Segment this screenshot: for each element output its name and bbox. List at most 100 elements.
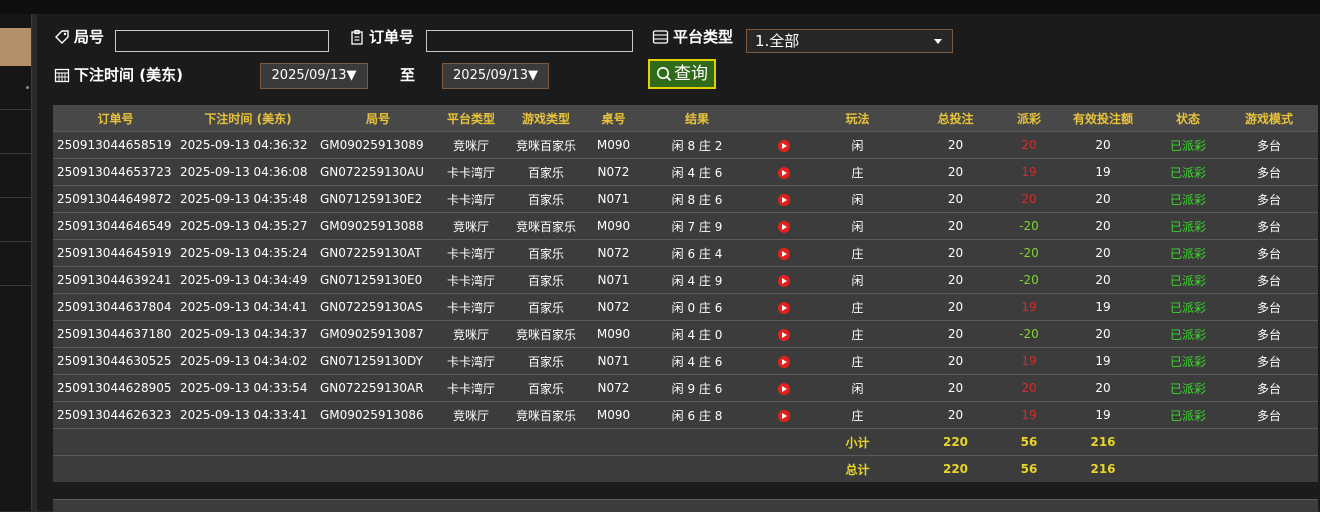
summary-cell: [53, 428, 178, 456]
summary-cell: [318, 428, 438, 456]
clipboard-icon: [351, 29, 363, 45]
play-video-icon[interactable]: [777, 139, 790, 152]
left-nav: [0, 14, 32, 511]
table-cell: 20: [903, 266, 1008, 294]
left-nav-item[interactable]: [0, 66, 31, 110]
col-header-bet-type[interactable]: 玩法: [812, 105, 903, 132]
table-cell: 百家乐: [504, 266, 588, 294]
table-cell: 2025-09-13 04:34:49: [178, 266, 318, 294]
table-row[interactable]: 250913044628905 2025-09-13 04:33:54 GN0722…: [53, 374, 1318, 402]
play-video-icon[interactable]: [777, 274, 790, 287]
replay-cell: [755, 320, 812, 348]
table-cell: -20: [1008, 320, 1050, 348]
date-to-picker[interactable]: 2025/09/13▼: [442, 63, 549, 89]
replay-cell: [755, 131, 812, 159]
round-number-input[interactable]: [115, 30, 329, 52]
table-cell: 250913044639241: [53, 266, 178, 294]
col-header-order[interactable]: 订单号: [53, 105, 178, 132]
replay-cell: [755, 293, 812, 321]
table-row[interactable]: 250913044637804 2025-09-13 04:34:41 GN0722…: [53, 293, 1318, 321]
table-cell: GN072259130AT: [318, 239, 438, 267]
main-panel: 局号 订单号 平台类型 1.全部 下注时间 (美东) 2025/09/13▼ 至…: [37, 14, 1320, 512]
table-cell: 20: [1008, 185, 1050, 213]
table-cell: 20: [1008, 374, 1050, 402]
table-cell: 多台: [1220, 131, 1318, 159]
col-header-table[interactable]: 桌号: [588, 105, 639, 132]
col-header-mode[interactable]: 游戏模式: [1220, 105, 1318, 132]
table-cell: 闲 6 庄 4: [639, 239, 755, 267]
table-footer-space: [53, 499, 1318, 512]
table-cell: 百家乐: [504, 293, 588, 321]
order-number-input[interactable]: [426, 30, 633, 52]
table-row[interactable]: 250913044653723 2025-09-13 04:36:08 GN0722…: [53, 158, 1318, 186]
table-cell: 竞咪厅: [438, 401, 504, 429]
table-cell: 20: [1050, 212, 1156, 240]
table-row[interactable]: 250913044658519 2025-09-13 04:36:32 GM0902…: [53, 131, 1318, 159]
left-nav-item[interactable]: [0, 198, 31, 242]
table-cell: 多台: [1220, 185, 1318, 213]
table-cell: 已派彩: [1156, 266, 1220, 294]
col-header-game-type[interactable]: 游戏类型: [504, 105, 588, 132]
table-cell: 2025-09-13 04:34:37: [178, 320, 318, 348]
left-nav-item[interactable]: [0, 242, 31, 286]
table-row[interactable]: 250913044626323 2025-09-13 04:33:41 GM0902…: [53, 401, 1318, 429]
table-row[interactable]: 250913044637180 2025-09-13 04:34:37 GM0902…: [53, 320, 1318, 348]
query-button[interactable]: 查询: [648, 59, 716, 89]
col-header-result[interactable]: 结果: [639, 105, 755, 132]
table-cell: GN072259130AS: [318, 293, 438, 321]
play-video-icon[interactable]: [777, 409, 790, 422]
summary-cell: [588, 455, 639, 482]
table-cell: 2025-09-13 04:35:48: [178, 185, 318, 213]
table-cell: 20: [903, 158, 1008, 186]
play-video-icon[interactable]: [777, 382, 790, 395]
col-header-valid-bet[interactable]: 有效投注额: [1050, 105, 1156, 132]
table-row[interactable]: 250913044639241 2025-09-13 04:34:49 GN0712…: [53, 266, 1318, 294]
table-cell: 竞咪百家乐: [504, 131, 588, 159]
table-cell: 19: [1050, 347, 1156, 375]
play-video-icon[interactable]: [777, 301, 790, 314]
col-header-time[interactable]: 下注时间 (美东): [178, 105, 318, 132]
table-cell: 多台: [1220, 212, 1318, 240]
play-video-icon[interactable]: [777, 355, 790, 368]
col-header-payout[interactable]: 派彩: [1008, 105, 1050, 132]
summary-cell: [1220, 455, 1318, 482]
nav-dot-icon: [26, 86, 29, 89]
play-video-icon[interactable]: [777, 328, 790, 341]
table-cell: 250913044645919: [53, 239, 178, 267]
play-video-icon[interactable]: [777, 247, 790, 260]
table-cell: 已派彩: [1156, 158, 1220, 186]
table-cell: 20: [903, 401, 1008, 429]
play-video-icon[interactable]: [777, 193, 790, 206]
table-row[interactable]: 250913044646549 2025-09-13 04:35:27 GM0902…: [53, 212, 1318, 240]
table-cell: 20: [1050, 239, 1156, 267]
table-row[interactable]: 250913044649872 2025-09-13 04:35:48 GN0712…: [53, 185, 1318, 213]
date-from-picker[interactable]: 2025/09/13▼: [260, 63, 368, 89]
col-header-replay: [755, 105, 812, 132]
play-video-icon[interactable]: [777, 166, 790, 179]
col-header-platform[interactable]: 平台类型: [438, 105, 504, 132]
table-row[interactable]: 250913044645919 2025-09-13 04:35:24 GN0722…: [53, 239, 1318, 267]
platform-type-select[interactable]: 1.全部: [746, 29, 953, 53]
table-cell: 百家乐: [504, 158, 588, 186]
table-cell: 竞咪厅: [438, 320, 504, 348]
table-cell: 2025-09-13 04:33:54: [178, 374, 318, 402]
left-nav-item[interactable]: [0, 110, 31, 154]
replay-cell: [755, 374, 812, 402]
table-cell: 250913044626323: [53, 401, 178, 429]
table-cell: 庄: [812, 239, 903, 267]
summary-cell: [438, 455, 504, 482]
col-header-status[interactable]: 状态: [1156, 105, 1220, 132]
summary-cell: [588, 428, 639, 456]
left-nav-item[interactable]: [0, 154, 31, 198]
left-nav-active-item[interactable]: [0, 28, 31, 66]
table-cell: 百家乐: [504, 374, 588, 402]
table-cell: 闲 4 庄 6: [639, 158, 755, 186]
col-header-total-bet[interactable]: 总投注: [903, 105, 1008, 132]
table-cell: 20: [1050, 266, 1156, 294]
col-header-round[interactable]: 局号: [318, 105, 438, 132]
table-cell: 已派彩: [1156, 239, 1220, 267]
table-cell: N072: [588, 158, 639, 186]
search-icon: [657, 67, 672, 82]
table-row[interactable]: 250913044630525 2025-09-13 04:34:02 GN0712…: [53, 347, 1318, 375]
play-video-icon[interactable]: [777, 220, 790, 233]
